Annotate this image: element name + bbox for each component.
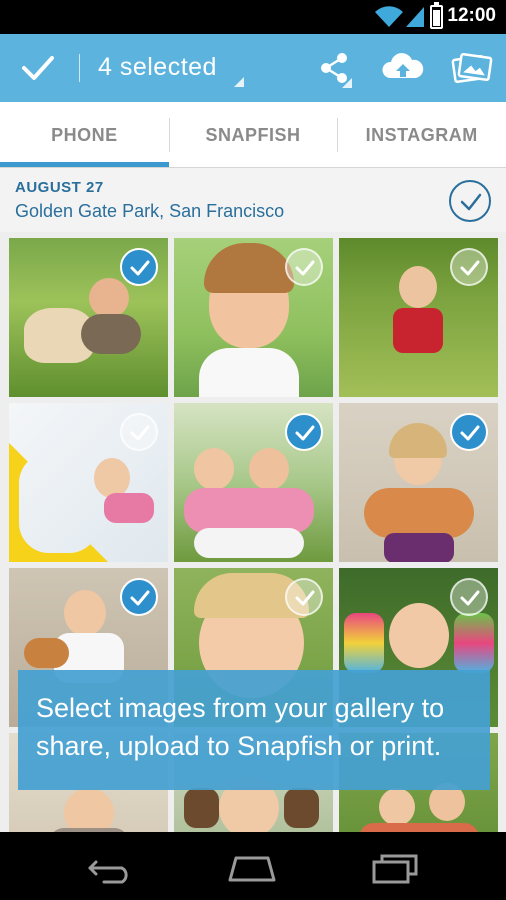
clock: 12:00 [447,5,496,26]
tab-label: PHONE [51,124,118,145]
photo-thumbnail[interactable] [339,403,498,562]
checkmark-icon [22,56,54,80]
unselected-checkmark[interactable] [450,248,488,286]
child-shirt [199,348,299,397]
share-button[interactable] [312,46,358,90]
home-button[interactable] [222,852,282,884]
signal-icon [406,7,424,27]
checkmark-icon [460,425,480,441]
back-icon [88,860,128,884]
child-face [389,603,449,668]
recent-apps-button[interactable] [366,852,426,884]
child-lying [194,528,304,558]
unselected-checkmark[interactable] [285,248,323,286]
checkmark-icon [460,260,480,276]
checkmark-icon [130,590,150,606]
action-bar: 4 selected [0,34,506,102]
home-icon [228,856,276,882]
back-button[interactable] [82,852,142,884]
selected-checkmark[interactable] [120,248,158,286]
share-menu-indicator [342,78,352,88]
child-legs [384,533,454,562]
cats-shape [364,488,474,538]
child-body [104,493,154,523]
spinner-indicator [234,77,244,87]
status-bar: 12:00 [0,0,506,34]
photo-thumbnail[interactable] [174,238,333,397]
children-bodies [184,488,314,533]
checkmark-icon [460,193,482,211]
muddy-hand-right [284,788,319,828]
selected-checkmark[interactable] [285,413,323,451]
unselected-checkmark[interactable] [450,578,488,616]
photo-thumbnail[interactable] [9,238,168,397]
unselected-checkmark[interactable] [285,578,323,616]
child-face [64,788,114,832]
child-face [64,590,106,636]
action-bar-divider [79,54,80,82]
cloud-upload-icon [382,53,424,78]
source-tabs: PHONE SNAPFISH INSTAGRAM [0,102,506,168]
battery-icon [430,2,443,29]
selected-checkmark[interactable] [450,413,488,451]
unselected-checkmark[interactable] [120,413,158,451]
select-all-button[interactable] [449,180,491,222]
child-dress [393,308,443,353]
child-face [249,448,289,490]
muddy-hand-left [184,788,219,828]
upload-button[interactable] [380,46,426,90]
child-face [194,448,234,490]
checkmark-icon [295,425,315,441]
child-face [94,458,130,498]
section-header: AUGUST 27 Golden Gate Park, San Francisc… [0,168,506,232]
children-bodies [359,823,479,832]
painted-hand-right [454,613,494,673]
child-face [379,788,415,826]
selection-count[interactable]: 4 selected [98,53,217,82]
child-face [89,278,129,318]
gallery-button[interactable] [450,46,496,90]
selected-checkmark[interactable] [120,578,158,616]
tab-label: SNAPFISH [205,124,301,145]
section-date: AUGUST 27 [15,179,104,196]
wifi-icon [375,6,403,27]
checkmark-icon [130,425,150,441]
tab-label: INSTAGRAM [365,124,478,145]
tab-snapfish[interactable]: SNAPFISH [168,102,338,168]
cat-shape [24,638,69,668]
checkmark-icon [460,590,480,606]
child-body [81,314,141,354]
child-face [399,266,437,308]
photos-icon [451,53,493,83]
tip-text: Select images from your gallery to share… [36,693,445,761]
done-button[interactable] [12,46,64,90]
section-location: Golden Gate Park, San Francisco [15,201,285,221]
recent-apps-icon [372,854,418,884]
checkmark-icon [130,260,150,276]
photo-thumbnail[interactable] [339,238,498,397]
photo-thumbnail[interactable] [174,403,333,562]
painted-hand-left [344,613,384,673]
photo-thumbnail[interactable] [9,403,168,562]
onboarding-tip[interactable]: Select images from your gallery to share… [18,670,490,790]
checkmark-icon [295,260,315,276]
tab-instagram[interactable]: INSTAGRAM [337,102,506,168]
tab-phone[interactable]: PHONE [0,102,169,168]
navigation-bar [0,832,506,900]
checkmark-icon [295,590,315,606]
